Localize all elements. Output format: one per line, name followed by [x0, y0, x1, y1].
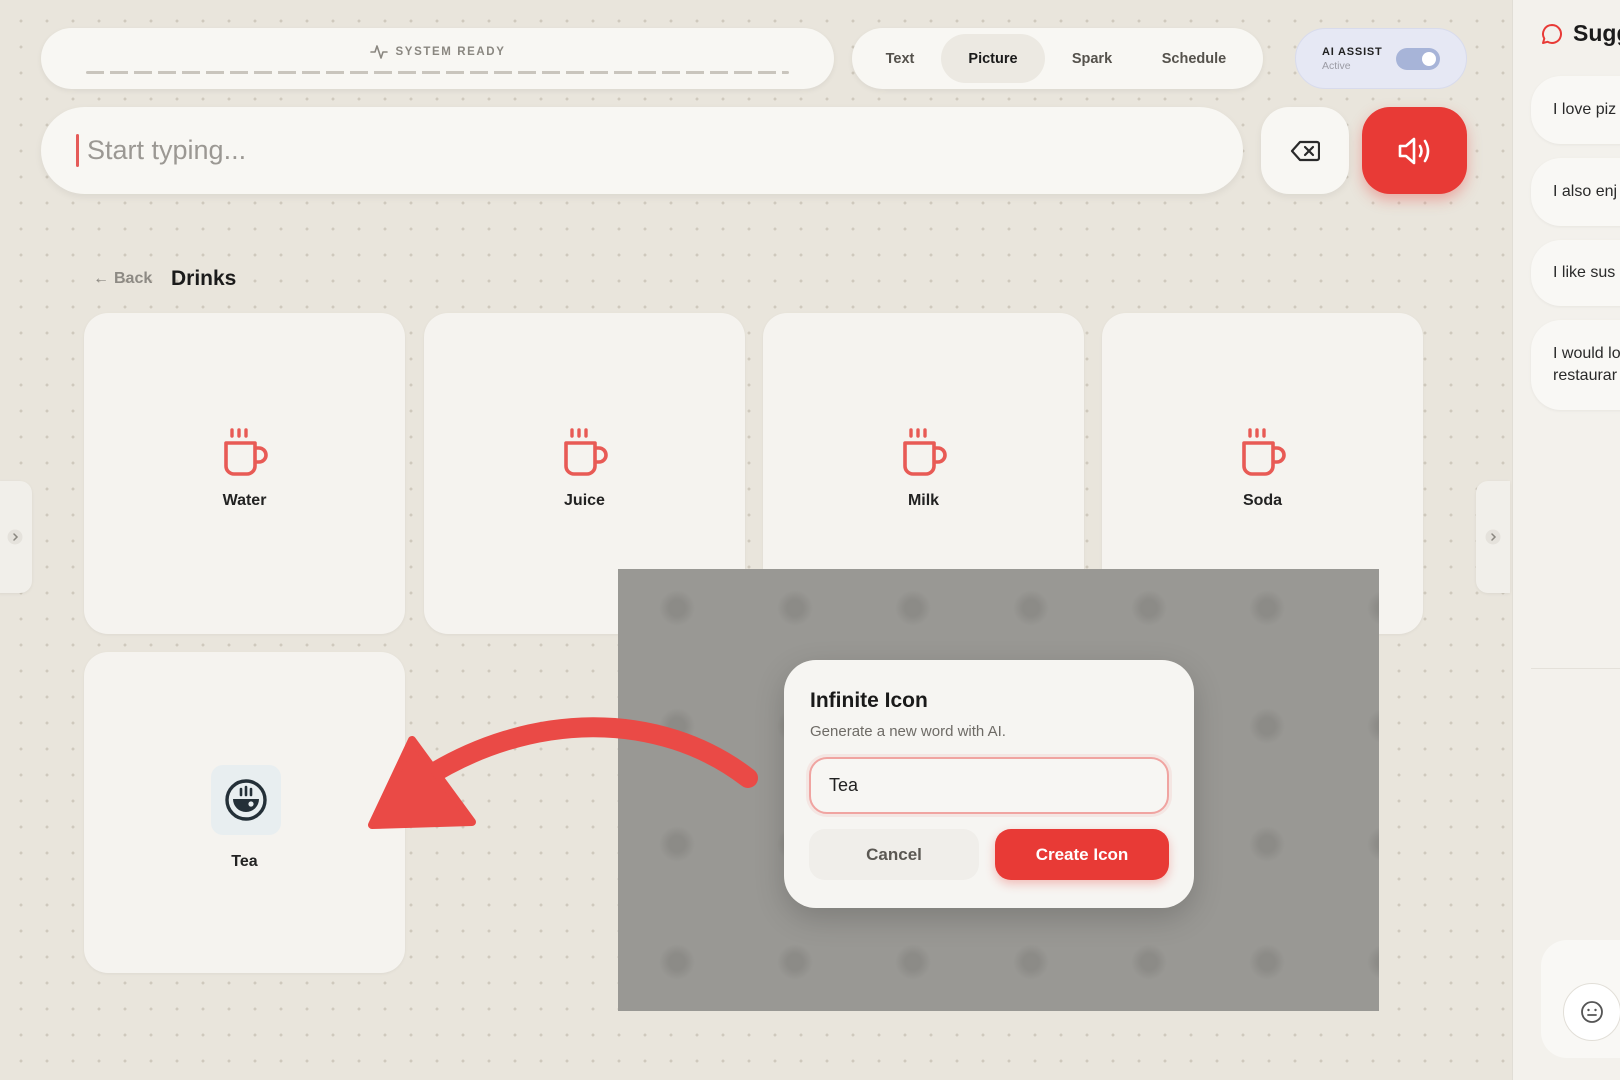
tab-picture[interactable]: Picture — [941, 34, 1045, 83]
suggestion-item[interactable]: I would lo restaurar — [1531, 320, 1620, 410]
text-caret — [76, 134, 79, 167]
toggle-knob — [1422, 52, 1436, 66]
suggestion-text: I would lo restaurar — [1553, 345, 1620, 384]
tab-spark[interactable]: Spark — [1045, 34, 1139, 83]
message-input[interactable] — [87, 123, 1187, 178]
backspace-button[interactable] — [1261, 107, 1349, 194]
page-title: Drinks — [171, 267, 237, 290]
chevron-right-icon — [7, 529, 23, 545]
suggestion-item[interactable]: I love piz — [1531, 76, 1620, 144]
speak-button[interactable] — [1362, 107, 1467, 194]
activity-icon — [369, 45, 388, 59]
tea-icon-tile — [211, 765, 281, 835]
tea-bowl-icon — [225, 779, 267, 821]
tab-text[interactable]: Text — [859, 34, 941, 83]
status-label: SYSTEM READY — [395, 46, 506, 58]
card-label: Tea — [231, 853, 258, 870]
cup-icon — [564, 428, 608, 476]
ai-assist-panel: AI ASSIST Active — [1295, 28, 1467, 89]
cup-icon — [224, 428, 268, 476]
card-label: Water — [222, 492, 267, 509]
mode-tabs: Text Picture Spark Schedule — [852, 28, 1263, 89]
cup-icon — [1242, 428, 1286, 476]
backspace-icon — [1290, 140, 1320, 161]
suggestion-text: I like sus — [1553, 264, 1616, 281]
card-label: Soda — [1242, 492, 1283, 509]
word-input[interactable] — [809, 757, 1169, 814]
suggestion-item[interactable]: I also enj — [1531, 158, 1620, 226]
chevron-right-icon — [1485, 529, 1501, 545]
card-tea[interactable]: Tea — [84, 652, 405, 973]
curved-arrow-icon — [368, 717, 758, 829]
back-label: Back — [114, 270, 153, 287]
status-progress-track — [86, 71, 789, 74]
suggestions-panel: Sugg I love piz I also enj I like sus I … — [1512, 0, 1620, 1080]
ai-assist-title: AI ASSIST — [1322, 46, 1383, 58]
chat-bubble-icon — [1542, 23, 1562, 44]
emoji-button[interactable] — [1563, 983, 1620, 1041]
infinite-icon-dialog: Infinite Icon Generate a new word with A… — [784, 660, 1194, 908]
arrow-left-icon: ← — [93, 270, 109, 287]
card-label: Milk — [907, 492, 940, 509]
card-label: Juice — [564, 492, 605, 509]
dialog-subtitle: Generate a new word with AI. — [810, 723, 1006, 740]
card-water[interactable]: Water — [84, 313, 405, 634]
suggestion-text: I love piz — [1553, 101, 1617, 118]
message-input-bar — [41, 107, 1243, 194]
system-status-bar: SYSTEM READY — [41, 28, 834, 89]
scroll-right-button[interactable] — [1476, 481, 1510, 593]
cup-icon — [903, 428, 947, 476]
cancel-button[interactable]: Cancel — [809, 829, 979, 880]
divider — [1531, 668, 1620, 669]
ai-assist-status: Active — [1322, 60, 1351, 72]
suggestion-item[interactable]: I like sus — [1531, 240, 1620, 306]
scroll-left-button[interactable] — [0, 481, 32, 593]
suggestion-text: I also enj — [1553, 183, 1618, 200]
back-button[interactable]: ← Back — [93, 270, 152, 288]
dialog-title: Infinite Icon — [810, 689, 928, 712]
speaker-icon — [1398, 137, 1429, 164]
create-icon-button[interactable]: Create Icon — [995, 829, 1169, 880]
smiley-icon — [1581, 1001, 1603, 1023]
suggestions-title: Sugg — [1573, 20, 1620, 46]
ai-assist-toggle[interactable] — [1396, 48, 1440, 70]
tab-schedule[interactable]: Schedule — [1139, 34, 1249, 83]
